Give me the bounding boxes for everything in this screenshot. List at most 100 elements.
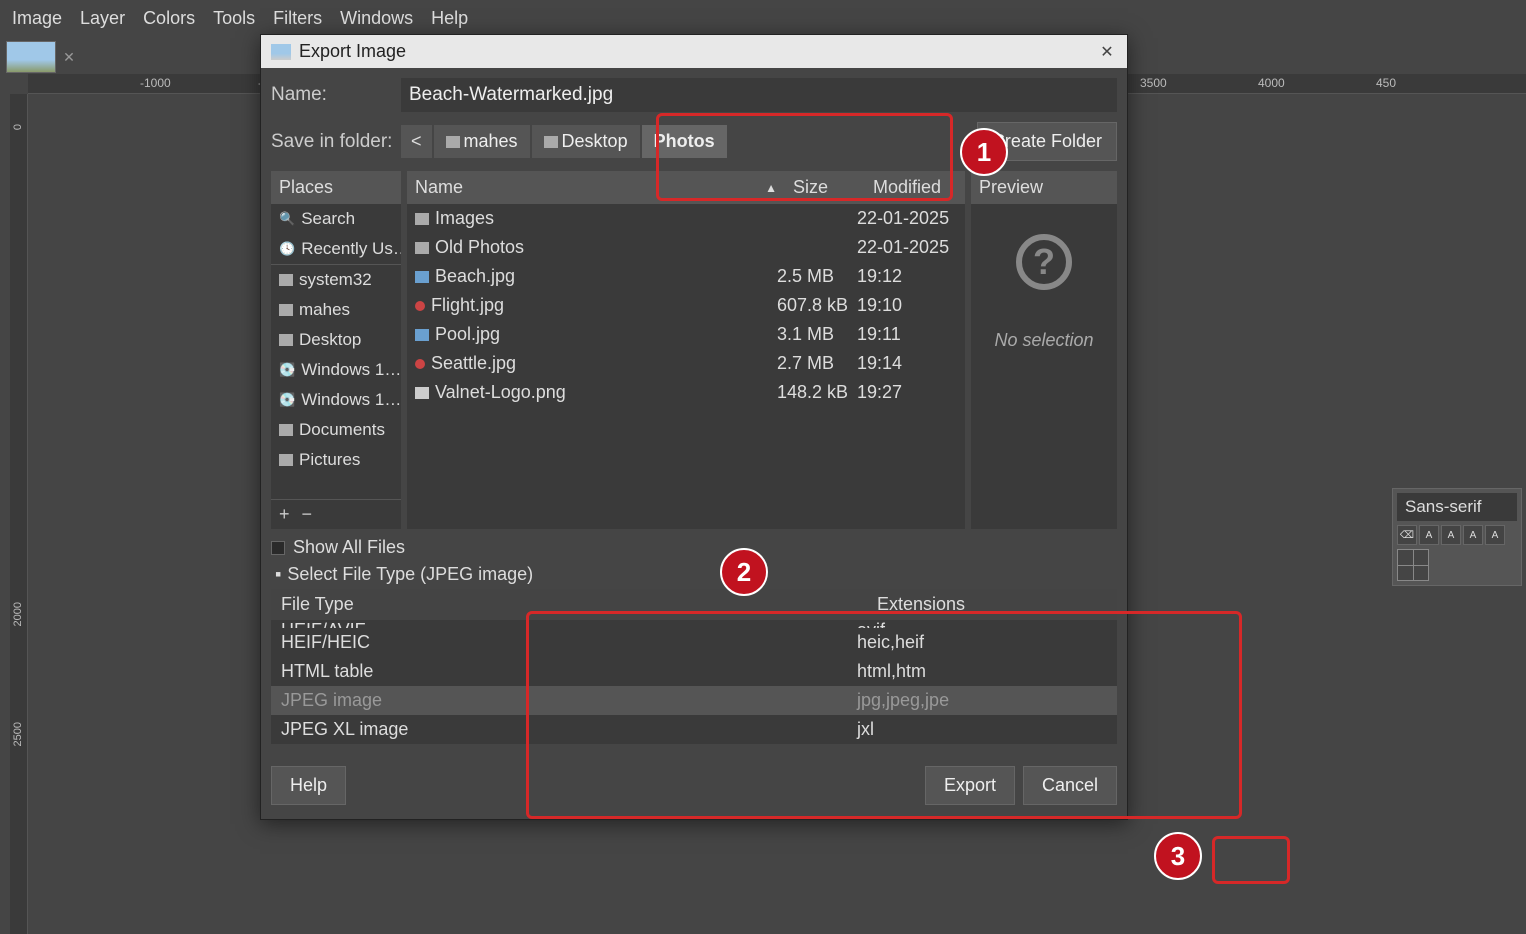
- folder-icon: [279, 274, 293, 286]
- place-pictures[interactable]: Pictures: [271, 445, 401, 475]
- place-system32[interactable]: system32: [271, 264, 401, 295]
- folder-icon: [279, 334, 293, 346]
- font-panel: Sans-serif ⌫ A A A A: [1392, 488, 1522, 586]
- folder-label: Save in folder:: [271, 131, 393, 153]
- image-icon: [415, 359, 425, 369]
- place-mahes[interactable]: mahes: [271, 295, 401, 325]
- file-row[interactable]: Old Photos22-01-2025: [407, 233, 965, 262]
- menu-colors[interactable]: Colors: [143, 8, 195, 29]
- ruler-tick: 3500: [1140, 76, 1167, 90]
- filetype-toggle[interactable]: ▪ Select File Type (JPEG image): [271, 562, 1117, 587]
- file-row[interactable]: Flight.jpg607.8 kB19:10: [407, 291, 965, 320]
- breadcrumb: < mahes Desktop Photos: [401, 125, 727, 158]
- remove-bookmark-icon[interactable]: −: [298, 504, 317, 525]
- place-search[interactable]: 🔍Search: [271, 204, 401, 234]
- filename-input[interactable]: [401, 78, 1117, 112]
- menu-help[interactable]: Help: [431, 8, 468, 29]
- document-close-icon[interactable]: ✕: [62, 50, 76, 64]
- titlebar-icon: [271, 44, 291, 60]
- filetype-section: ▪ Select File Type (JPEG image) File Typ…: [271, 562, 1117, 744]
- export-button[interactable]: Export: [925, 766, 1015, 805]
- annotation-badge-3: 3: [1154, 832, 1202, 880]
- breadcrumb-item[interactable]: mahes: [434, 125, 530, 158]
- recent-icon: 🕓: [279, 241, 295, 257]
- search-icon: 🔍: [279, 211, 295, 227]
- place-drive[interactable]: 💽Windows 1…: [271, 355, 401, 385]
- collapse-icon: ▪: [275, 564, 281, 585]
- file-row[interactable]: Seattle.jpg2.7 MB19:14: [407, 349, 965, 378]
- menu-layer[interactable]: Layer: [80, 8, 125, 29]
- ruler-tick: -1000: [140, 76, 171, 90]
- image-icon: [415, 387, 429, 399]
- filetype-row[interactable]: HTML tablehtml,htm: [271, 657, 1117, 686]
- show-all-row[interactable]: Show All Files: [271, 537, 1117, 558]
- close-icon[interactable]: ✕: [1097, 42, 1117, 62]
- image-icon: [415, 271, 429, 283]
- ruler-vertical: 0 2000 2500: [10, 94, 28, 934]
- column-size[interactable]: Size: [785, 171, 865, 204]
- font-style-b-icon[interactable]: A: [1441, 525, 1461, 545]
- folder-icon: [279, 424, 293, 436]
- help-button[interactable]: Help: [271, 766, 346, 805]
- annotation-badge-1: 1: [960, 128, 1008, 176]
- place-desktop[interactable]: Desktop: [271, 325, 401, 355]
- file-row[interactable]: Images22-01-2025: [407, 204, 965, 233]
- sort-asc-icon: ▲: [765, 181, 777, 195]
- filetype-row[interactable]: HEIF/HEICheic,heif: [271, 628, 1117, 657]
- font-name-field[interactable]: Sans-serif: [1397, 493, 1517, 521]
- navigation-square[interactable]: [1397, 549, 1429, 581]
- column-name[interactable]: Name▲: [407, 171, 785, 204]
- filetype-header-ext[interactable]: Extensions: [867, 589, 1117, 620]
- ruler-tick: 4000: [1258, 76, 1285, 90]
- column-modified[interactable]: Modified: [865, 171, 965, 204]
- font-style-a-icon[interactable]: A: [1419, 525, 1439, 545]
- menu-filters[interactable]: Filters: [273, 8, 322, 29]
- dialog-titlebar: Export Image ✕: [261, 35, 1127, 68]
- dialog-title: Export Image: [299, 41, 406, 62]
- folder-icon: [279, 304, 293, 316]
- folder-icon: [279, 454, 293, 466]
- folder-icon: [544, 136, 558, 148]
- menu-tools[interactable]: Tools: [213, 8, 255, 29]
- filetype-header-type[interactable]: File Type: [271, 589, 867, 620]
- ruler-tick: 0: [12, 124, 24, 130]
- breadcrumb-item-current[interactable]: Photos: [642, 125, 727, 158]
- file-row[interactable]: Beach.jpg2.5 MB19:12: [407, 262, 965, 291]
- add-bookmark-icon[interactable]: +: [275, 504, 294, 525]
- annotation-badge-2: 2: [720, 548, 768, 596]
- file-row[interactable]: Pool.jpg3.1 MB19:11: [407, 320, 965, 349]
- preview-panel: Preview ? No selection: [971, 171, 1117, 529]
- file-row[interactable]: Valnet-Logo.png148.2 kB19:27: [407, 378, 965, 407]
- file-list: Name▲ Size Modified Images22-01-2025 Old…: [407, 171, 965, 529]
- ruler-tick: 2000: [12, 602, 24, 626]
- question-icon: ?: [1016, 234, 1072, 290]
- place-documents[interactable]: Documents: [271, 415, 401, 445]
- font-clear-icon[interactable]: ⌫: [1397, 525, 1417, 545]
- image-icon: [415, 301, 425, 311]
- image-icon: [415, 329, 429, 341]
- folder-icon: [446, 136, 460, 148]
- ruler-tick: 450: [1376, 76, 1396, 90]
- font-style-d-icon[interactable]: A: [1485, 525, 1505, 545]
- name-label: Name:: [271, 84, 393, 106]
- menu-image[interactable]: Image: [12, 8, 62, 29]
- folder-icon: [415, 213, 429, 225]
- file-browser: Places 🔍Search 🕓Recently Us… system32 ma…: [271, 171, 1117, 529]
- breadcrumb-back-icon[interactable]: <: [401, 125, 432, 158]
- no-selection-label: No selection: [994, 330, 1093, 351]
- show-all-label: Show All Files: [293, 537, 405, 558]
- places-panel: Places 🔍Search 🕓Recently Us… system32 ma…: [271, 171, 401, 529]
- show-all-checkbox[interactable]: [271, 541, 285, 555]
- document-thumbnail[interactable]: [6, 41, 56, 73]
- place-drive[interactable]: 💽Windows 1…: [271, 385, 401, 415]
- places-header: Places: [271, 171, 401, 204]
- filetype-row[interactable]: JPEG XL imagejxl: [271, 715, 1117, 744]
- breadcrumb-item[interactable]: Desktop: [532, 125, 640, 158]
- menu-windows[interactable]: Windows: [340, 8, 413, 29]
- place-recent[interactable]: 🕓Recently Us…: [271, 234, 401, 264]
- ruler-tick: 2500: [12, 722, 24, 746]
- filetype-row[interactable]: HEIF/AVIFavif: [271, 620, 1117, 628]
- cancel-button[interactable]: Cancel: [1023, 766, 1117, 805]
- font-style-c-icon[interactable]: A: [1463, 525, 1483, 545]
- filetype-row-selected[interactable]: JPEG imagejpg,jpeg,jpe: [271, 686, 1117, 715]
